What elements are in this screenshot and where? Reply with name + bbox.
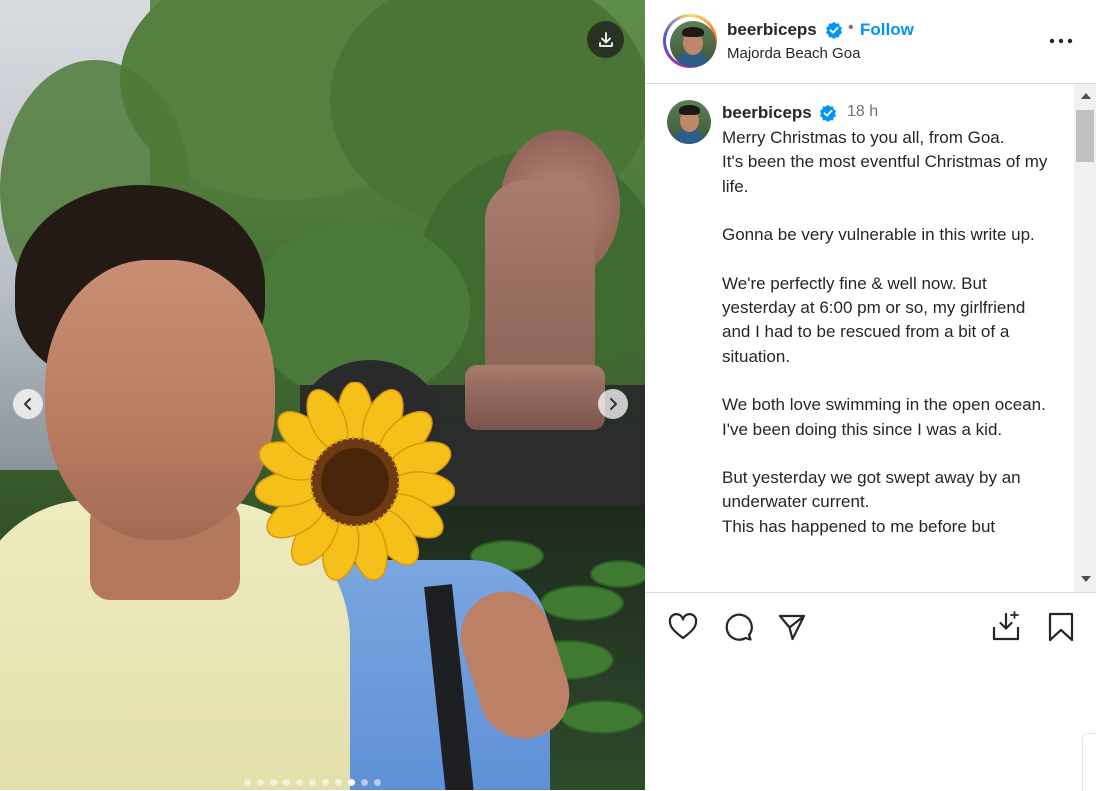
chevron-left-icon xyxy=(24,398,31,410)
carousel-dot xyxy=(283,779,290,786)
next-slide-button[interactable] xyxy=(598,389,628,419)
carousel-dot xyxy=(296,779,303,786)
paper-plane-icon[interactable] xyxy=(776,611,808,643)
download-icon xyxy=(598,31,613,47)
previous-slide-button[interactable] xyxy=(13,389,43,419)
download-tray-icon[interactable] xyxy=(990,611,1022,643)
avatar-hair xyxy=(679,105,700,115)
verified-badge-icon xyxy=(826,21,842,39)
caption-avatar[interactable] xyxy=(667,100,711,144)
carousel-indicator xyxy=(244,779,381,786)
caption-section: beerbiceps 18 h Merry Christmas to you a… xyxy=(645,84,1096,592)
download-button[interactable] xyxy=(587,21,624,58)
photo-man-face xyxy=(45,260,275,540)
avatar[interactable] xyxy=(670,21,716,67)
comment-icon[interactable] xyxy=(722,611,754,643)
side-widget-edge[interactable] xyxy=(1082,733,1096,791)
photo-plinth xyxy=(440,425,645,505)
story-ring-inner xyxy=(666,17,716,67)
post-location[interactable]: Majorda Beach Goa xyxy=(727,45,860,62)
carousel-dot xyxy=(257,779,264,786)
scroll-down-arrow-icon[interactable] xyxy=(1081,576,1091,582)
carousel-dot xyxy=(335,779,342,786)
verified-badge-icon xyxy=(820,104,836,122)
carousel-dot xyxy=(244,779,251,786)
avatar-hair xyxy=(682,27,704,37)
carousel-dot xyxy=(270,779,277,786)
post-header: beerbiceps • Follow Majorda Beach Goa xyxy=(645,0,1096,84)
scrollbar-thumb[interactable] xyxy=(1076,110,1094,162)
sunflower-sticker xyxy=(255,382,455,581)
photo-lily-pad xyxy=(590,560,645,588)
photo-lily-pad xyxy=(540,585,624,621)
carousel-dot xyxy=(322,779,329,786)
heart-icon[interactable] xyxy=(667,611,699,643)
post-caption: Merry Christmas to you all, from Goa. It… xyxy=(722,128,1048,536)
more-horizontal-icon[interactable] xyxy=(1047,30,1075,52)
follow-button[interactable]: Follow xyxy=(860,20,914,40)
bookmark-icon[interactable] xyxy=(1045,611,1077,643)
photo-statue-base xyxy=(465,365,605,430)
post-actions-bar xyxy=(645,592,1096,663)
chevron-right-icon xyxy=(610,398,617,410)
header-username[interactable]: beerbiceps xyxy=(727,20,817,40)
photo-statue xyxy=(485,180,595,380)
post-timestamp: 18 h xyxy=(847,103,879,120)
carousel-dot xyxy=(309,779,316,786)
story-ring[interactable] xyxy=(663,14,717,68)
carousel-dot xyxy=(374,779,381,786)
header-separator: • xyxy=(848,19,854,36)
carousel-dot xyxy=(361,779,368,786)
carousel-dot xyxy=(348,779,355,786)
post-details-panel: beerbiceps • Follow Majorda Beach Goa be… xyxy=(645,0,1096,790)
scroll-up-arrow-icon[interactable] xyxy=(1081,93,1091,99)
caption-username[interactable]: beerbiceps xyxy=(722,103,812,123)
post-photo[interactable] xyxy=(0,0,645,790)
photo-lily-pad xyxy=(560,700,644,734)
